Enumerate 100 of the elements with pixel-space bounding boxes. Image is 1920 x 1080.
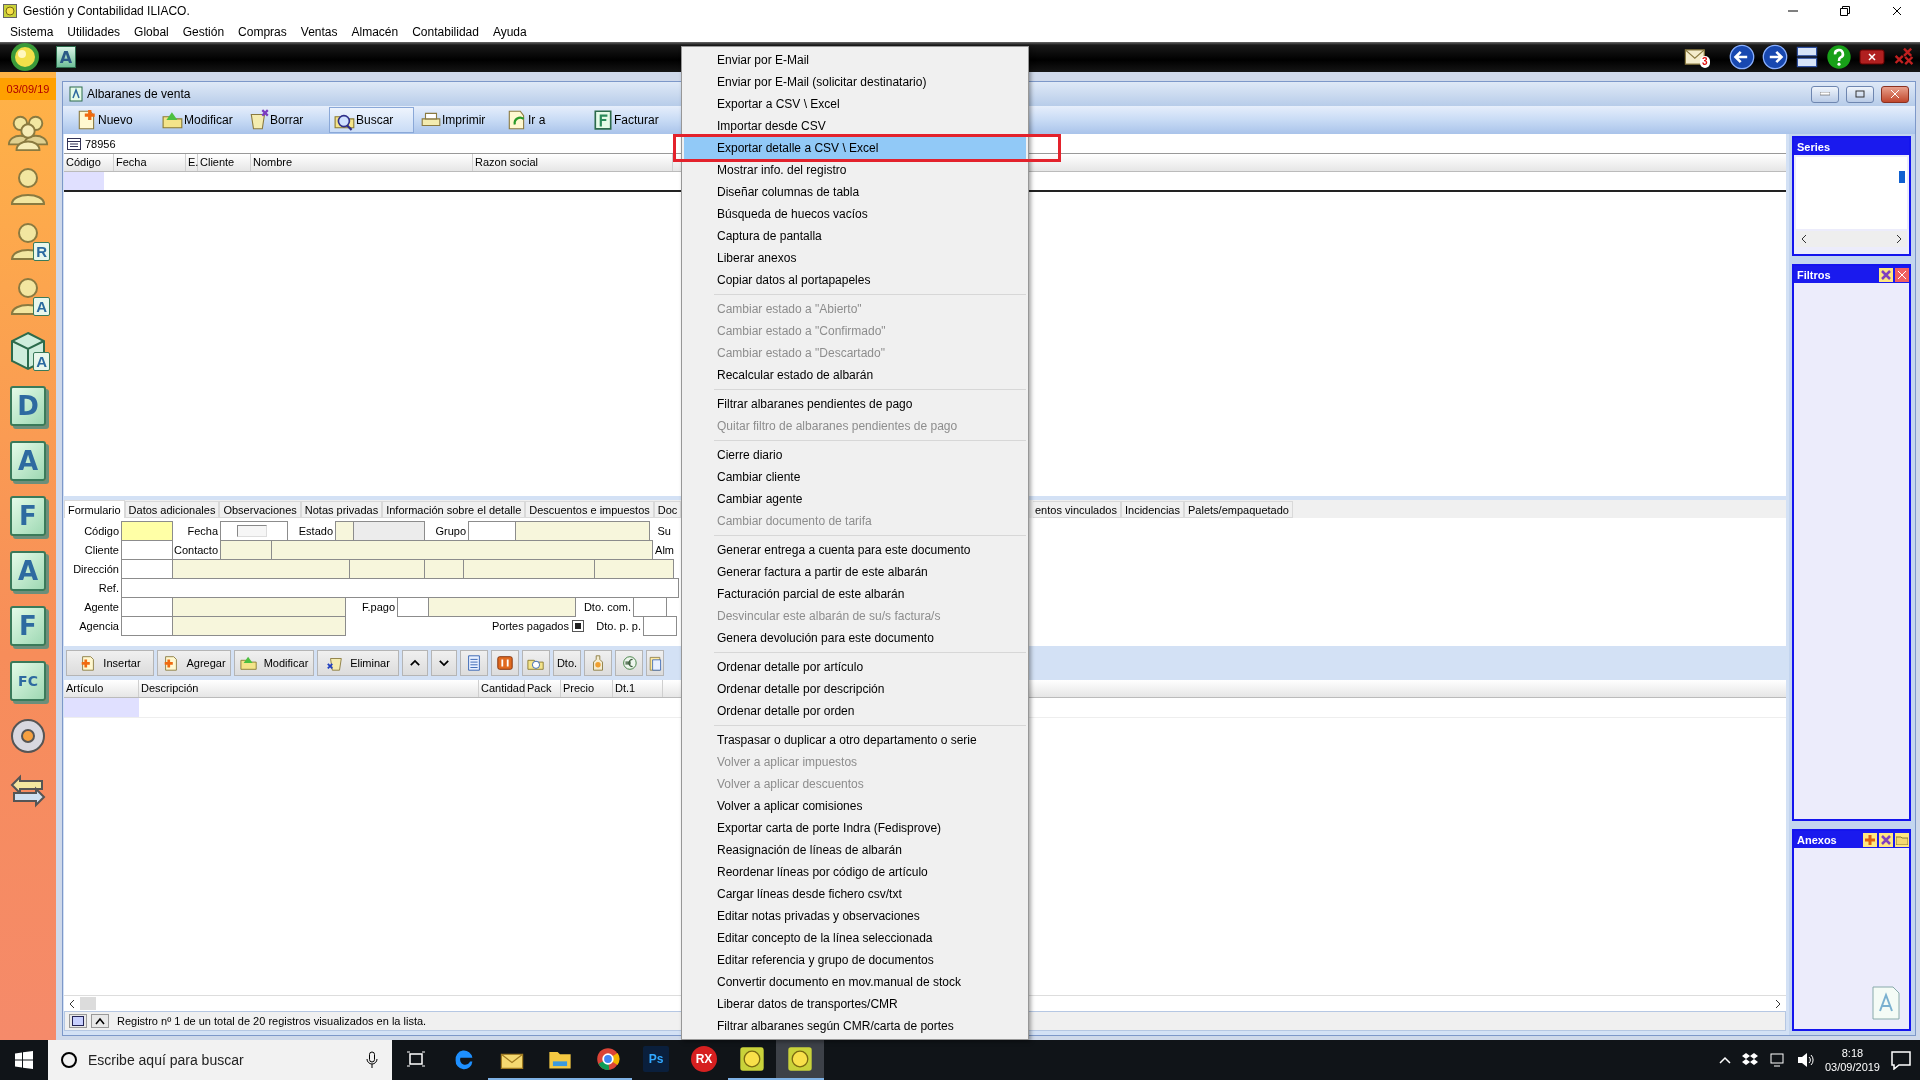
tab[interactable]: Datos adicionales	[124, 501, 220, 519]
column-header[interactable]: Cliente	[198, 154, 251, 171]
toolbar-button[interactable]: Eliminar	[317, 650, 399, 677]
input-field[interactable]	[121, 578, 679, 599]
toolbar-button[interactable]: Insertar	[66, 650, 154, 677]
column-header[interactable]: Dt.1	[613, 680, 663, 698]
menu-item[interactable]: Compras	[231, 25, 294, 39]
sidebar-button[interactable]: A	[6, 274, 50, 318]
menu-item[interactable]: Exportar detalle a CSV \ Excel	[684, 137, 1026, 159]
toolbar-button[interactable]: Buscar	[329, 107, 414, 133]
menu-item[interactable]: Diseñar columnas de tabla	[684, 181, 1026, 203]
menu-item[interactable]: Enviar por E-Mail	[684, 49, 1026, 71]
menu-item[interactable]: Cierre diario	[684, 444, 1026, 466]
tab[interactable]: Información sobre el detalle	[382, 501, 526, 519]
menu-item[interactable]: Ventas	[293, 25, 345, 39]
tab[interactable]: Incidencias	[1120, 501, 1184, 519]
toolbar-button[interactable]: Dto.	[553, 650, 581, 677]
taskbar-app[interactable]: Ps	[632, 1040, 680, 1080]
icon-button[interactable]	[491, 650, 519, 677]
sidebar-button[interactable]: A	[6, 329, 50, 373]
menu-item[interactable]: Global	[127, 25, 176, 39]
input-field[interactable]	[633, 597, 667, 618]
forward-icon[interactable]	[1762, 44, 1788, 70]
menu-item[interactable]: Reordenar líneas por código de artículo	[684, 861, 1026, 883]
input-field[interactable]	[121, 616, 173, 637]
selected-cell[interactable]	[64, 172, 104, 190]
column-header[interactable]: Razon social	[473, 154, 673, 171]
column-header[interactable]: Código	[64, 154, 114, 171]
menu-item[interactable]: Editar concepto de la línea seleccionada	[684, 927, 1026, 949]
icon-button[interactable]	[402, 650, 428, 677]
menu-item[interactable]: Ordenar detalle por descripción	[684, 678, 1026, 700]
clear-button[interactable]	[1879, 832, 1893, 847]
grid-button[interactable]	[69, 1014, 87, 1028]
layout-icon[interactable]	[1795, 45, 1819, 69]
chevron-up-icon[interactable]	[1718, 1056, 1731, 1064]
input-field[interactable]	[121, 521, 173, 542]
letter-tile[interactable]: A	[10, 441, 46, 481]
scroll-right-icon[interactable]	[1774, 998, 1782, 1009]
menu-item[interactable]: Ordenar detalle por orden	[684, 700, 1026, 722]
checkbox[interactable]	[572, 620, 584, 633]
menu-item[interactable]: Filtrar albaranes según CMR/carta de portes	[684, 1015, 1026, 1037]
input-field[interactable]	[353, 521, 425, 542]
menu-item[interactable]: Liberar anexos	[684, 247, 1026, 269]
menu-item[interactable]: Reasignación de líneas de albarán	[684, 839, 1026, 861]
toolbar-button[interactable]: Ir a	[501, 107, 586, 133]
menu-item[interactable]: Convertir documento en mov.manual de stock	[684, 971, 1026, 993]
menu-item[interactable]: Volver a aplicar comisiones	[684, 795, 1026, 817]
menu-item[interactable]: Cambiar cliente	[684, 466, 1026, 488]
minimize-button[interactable]	[1811, 85, 1839, 103]
folder-button[interactable]	[1895, 832, 1909, 847]
network-icon[interactable]	[1768, 1052, 1787, 1068]
date-field[interactable]	[220, 521, 288, 542]
orb-icon[interactable]	[8, 42, 42, 72]
toolbar-button[interactable]: Nuevo	[71, 107, 156, 133]
menu-item[interactable]: Mostrar info. del registro	[684, 159, 1026, 181]
dropbox-icon[interactable]	[1740, 1052, 1759, 1068]
menu-item[interactable]: Generar entrega a cuenta para este documento	[684, 539, 1026, 561]
menu-item[interactable]: Enviar por E-Mail (solicitar destinatario)	[684, 71, 1026, 93]
column-header[interactable]: Artículo	[64, 680, 139, 698]
back-icon[interactable]	[1729, 44, 1755, 70]
letter-tile[interactable]: F	[10, 496, 46, 536]
menu-item[interactable]: Copiar datos al portapapeles	[684, 269, 1026, 291]
input-field[interactable]	[121, 540, 173, 561]
menu-item[interactable]: Sistema	[3, 25, 61, 39]
menu-item[interactable]: Utilidades	[60, 25, 128, 39]
close-button[interactable]	[1895, 267, 1909, 282]
menu-item[interactable]: Traspasar o duplicar a otro departamento o serie	[684, 729, 1026, 751]
maximize-button[interactable]	[1846, 85, 1874, 103]
taskbar-app[interactable]	[776, 1040, 824, 1080]
scroll-left-icon[interactable]	[68, 998, 76, 1009]
column-header[interactable]: Nombre	[251, 154, 473, 171]
menu-item[interactable]: Cargar líneas desde fichero csv/txt	[684, 883, 1026, 905]
menu-item[interactable]: Cambiar agente	[684, 488, 1026, 510]
volume-icon[interactable]	[1796, 1052, 1815, 1068]
input-field[interactable]	[643, 616, 677, 637]
menu-item[interactable]: Exportar a CSV \ Excel	[684, 93, 1026, 115]
menu-item[interactable]: Ayuda	[485, 25, 534, 39]
taskbar-app[interactable]: RX	[680, 1040, 728, 1080]
menu-item[interactable]: Ordenar detalle por artículo	[684, 656, 1026, 678]
scroll-left-icon[interactable]	[1800, 234, 1808, 244]
menu-item[interactable]: Generar factura a partir de este albarán	[684, 561, 1026, 583]
tab[interactable]: Formulario	[64, 500, 125, 519]
menu-item[interactable]: Importar desde CSV	[684, 115, 1026, 137]
toolbar-button[interactable]: Modificar	[157, 107, 242, 133]
microphone-icon[interactable]	[366, 1051, 378, 1069]
tab[interactable]: Observaciones	[219, 501, 301, 519]
letter-tile[interactable]: F	[10, 606, 46, 646]
menu-item[interactable]: Facturación parcial de este albarán	[684, 583, 1026, 605]
search-field[interactable]: Escribe aquí para buscar	[48, 1040, 392, 1080]
menu-item[interactable]: Editar referencia y grupo de documentos	[684, 949, 1026, 971]
toolbar-button[interactable]: Imprimir	[415, 107, 500, 133]
column-header[interactable]: Cantidad	[479, 680, 525, 698]
menu-item[interactable]: Gestión	[175, 25, 232, 39]
app-tile[interactable]: A	[56, 46, 76, 68]
menu-item[interactable]: Filtrar albaranes pendientes de pago	[684, 393, 1026, 415]
input-field[interactable]	[468, 521, 516, 542]
menu-item[interactable]: Liberar datos de transportes/CMR	[684, 993, 1026, 1015]
toolbar-button[interactable]: Agregar	[157, 650, 231, 677]
scroll-right-icon[interactable]	[1895, 234, 1903, 244]
menu-item[interactable]: Almacén	[344, 25, 406, 39]
